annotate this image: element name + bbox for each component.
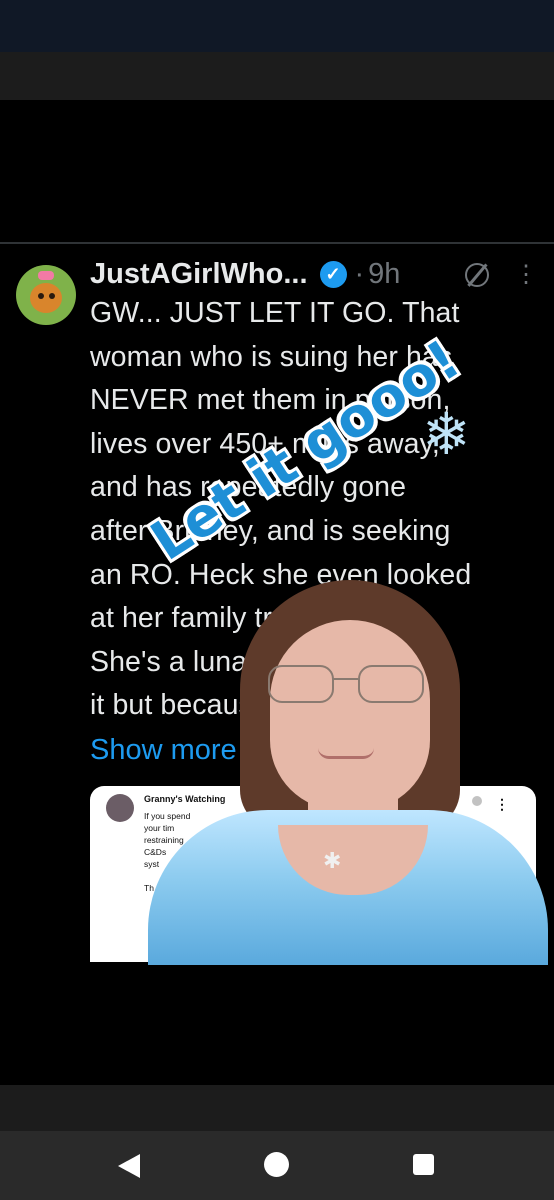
home-icon[interactable] [264,1152,289,1177]
username[interactable]: JustAGirlWho... [90,258,308,291]
person-mouth [318,748,374,759]
bottom-band [0,1085,554,1131]
quoted-avatar [106,794,134,822]
avatar-face [30,283,62,313]
verified-badge-icon: ✓ [319,260,347,288]
timestamp[interactable]: 9h [368,258,400,291]
recents-icon[interactable] [413,1154,434,1175]
avatar-eye-left [38,293,44,299]
glasses-bridge [332,678,358,680]
post-header: JustAGirlWho... ✓ · 9h [90,256,400,292]
snowflake-pendant-icon: ✱ [323,848,342,873]
app-top-bar [0,52,554,100]
header-separator: · [354,257,365,290]
person-face [270,620,430,810]
avatar-eye-right [49,293,55,299]
glasses-left-lens [268,665,334,703]
glasses-right-lens [358,665,424,703]
status-bar [0,0,554,52]
avatar-bow [38,271,54,280]
snowflake-icon: ❄ [422,402,471,467]
more-options-icon[interactable]: ⋮ [514,260,538,290]
back-icon[interactable] [118,1154,140,1178]
avatar[interactable] [16,265,76,325]
person-cutout-photo: ✱ [148,580,548,965]
grok-icon[interactable] [465,263,489,287]
post-divider [0,242,554,244]
